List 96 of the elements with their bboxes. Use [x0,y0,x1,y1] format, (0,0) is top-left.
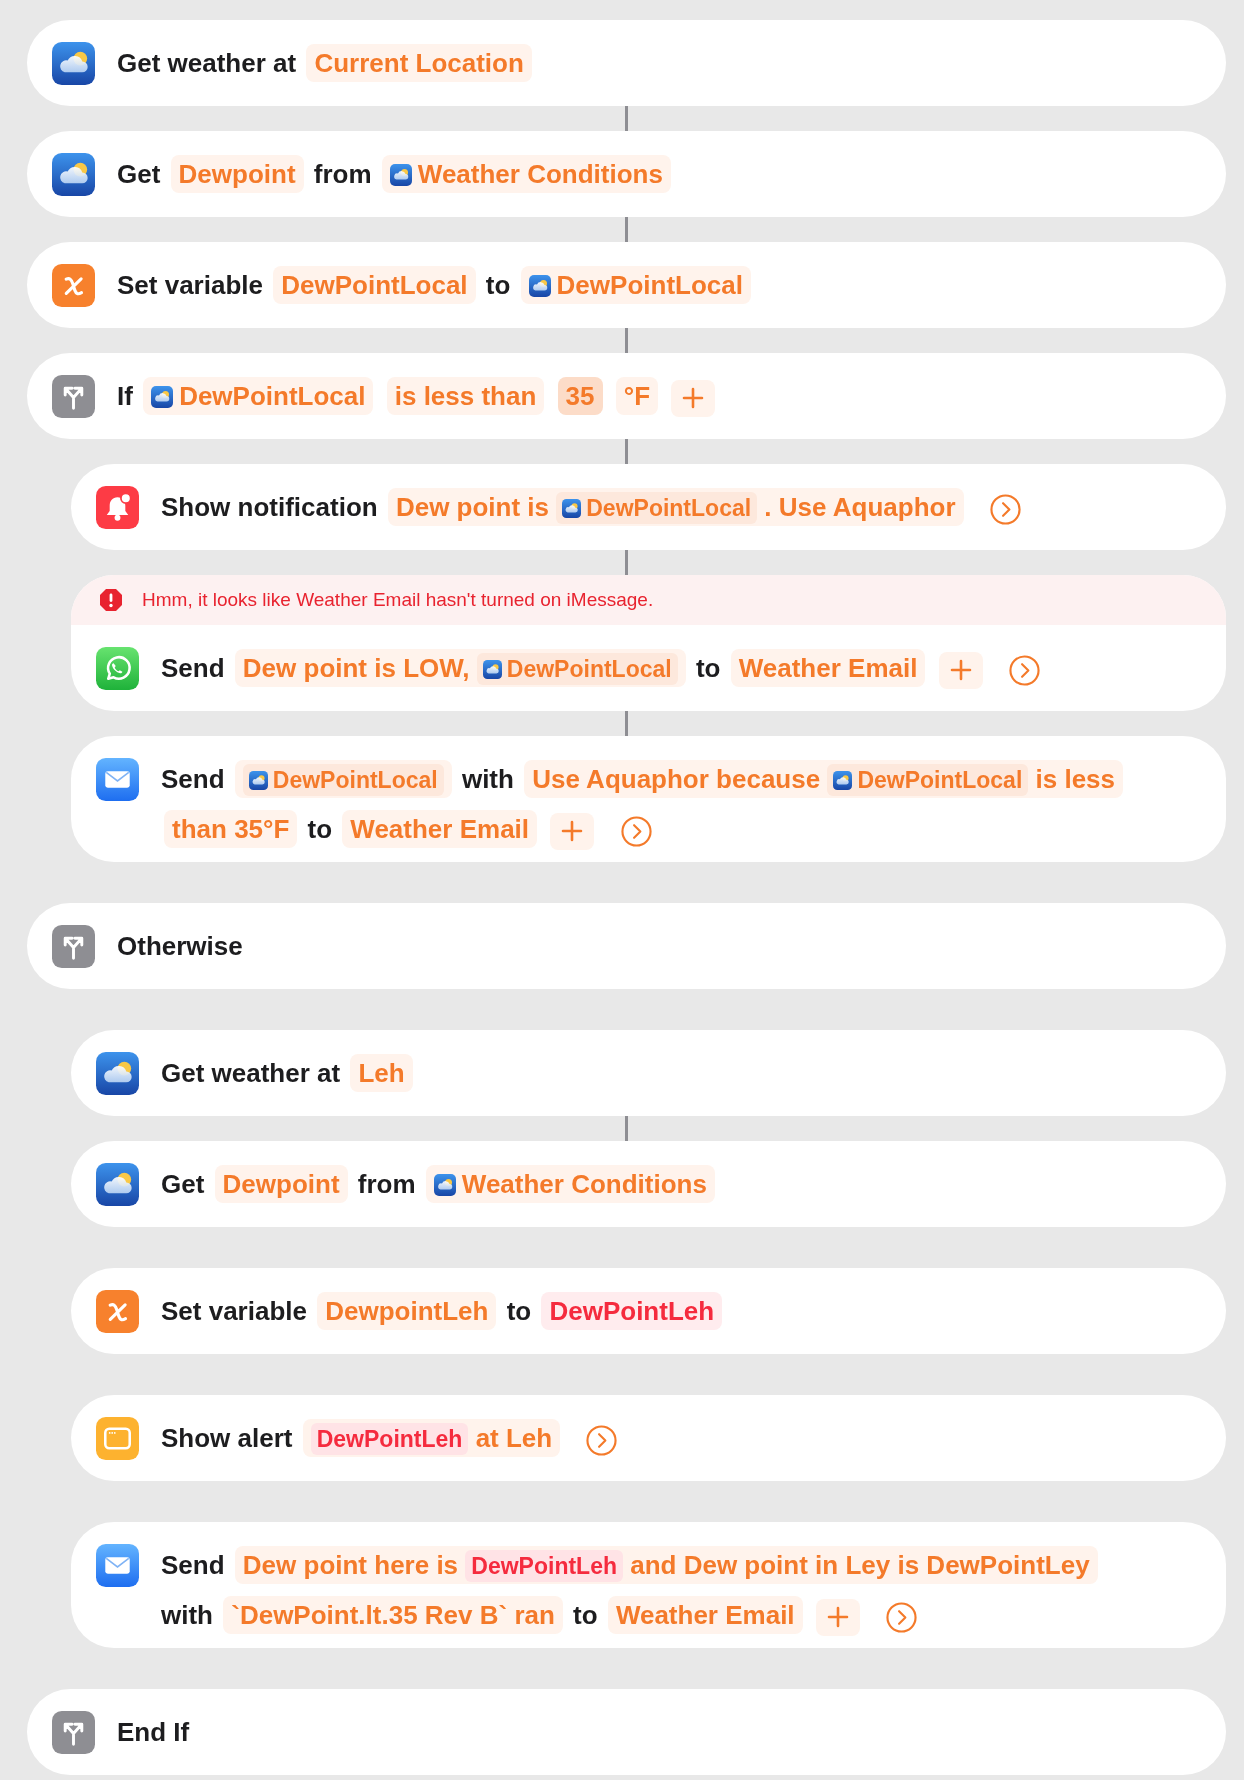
parameter-token[interactable]: 35 [557,377,603,415]
cloud-sun-icon [389,164,412,186]
chevron-right-circle-icon [886,1601,918,1633]
cloud-sun-icon [96,1163,139,1206]
action-label: from [357,1169,416,1199]
cloud-sun-icon [528,275,551,297]
variable-token[interactable]: DewPointLocal [520,266,751,304]
action-label: to [485,270,511,300]
parameter-token[interactable]: Weather Email [730,649,926,687]
action-label: Get weather at [117,48,297,78]
window-icon [96,1417,139,1460]
action-label: Send [161,653,225,683]
plus-icon [949,659,972,682]
action-label: Send [161,1550,225,1580]
cloud-sun-icon [833,771,853,790]
action-label: Set variable [117,270,263,300]
chevron-right-circle-icon [1008,654,1040,686]
branch-icon [52,1711,95,1754]
parameter-token[interactable]: Use Aquaphor because DewPointLocal is less [524,760,1124,798]
action-label: to [573,1600,598,1630]
action-label: Get weather at [161,1058,341,1088]
parameter-token[interactable]: Dew point is LOW, DewPointLocal [234,649,686,687]
action-label: Set variable [161,1296,307,1326]
action-label: with [461,764,514,794]
parameter-token[interactable]: DewpointLeh [317,1292,497,1330]
cloud-sun-icon [96,1052,139,1095]
variable-token[interactable]: DewPointLeh [310,1423,469,1455]
action-label: Get [161,1169,205,1199]
variable-token[interactable]: DewPointLocal [556,492,758,524]
cloud-sun-icon [52,153,95,196]
action-label: End If [117,1717,190,1747]
chevron-right-circle-icon [989,493,1021,525]
expand-button[interactable] [586,1424,618,1456]
parameter-token[interactable]: DewPointLocal [234,760,452,798]
action-label: with [161,1600,213,1630]
plus-icon [826,1606,849,1629]
parameter-token[interactable]: than 35°F [164,810,298,848]
action-label: Show notification [161,492,378,522]
plus-icon [682,387,705,410]
variable-token[interactable]: DewPointLocal [242,764,444,796]
plus-icon [561,820,584,843]
cloud-sun-icon [151,386,174,408]
parameter-token[interactable]: Dewpoint [214,1165,348,1203]
cloud-sun-icon [433,1174,456,1196]
parameter-token[interactable]: Leh [350,1054,413,1092]
cloud-sun-icon [482,660,502,679]
action-label: Send [161,764,225,794]
parameter-token[interactable]: Dewpoint [170,155,304,193]
add-button[interactable] [671,379,716,417]
parameter-token[interactable]: is less than [386,377,545,415]
variable-x-icon [52,264,95,307]
parameter-token[interactable]: Weather Email [342,810,538,848]
action-label: Otherwise [117,931,243,961]
action-label: from [313,159,372,189]
chat-phone-icon [96,647,139,690]
variable-token[interactable]: Weather Conditions [381,155,671,193]
expand-button[interactable] [989,493,1021,525]
variable-token[interactable]: DewPointLocal [827,764,1029,796]
branch-icon [52,925,95,968]
action-label: Show alert [161,1423,293,1453]
variable-token[interactable]: DewPointLocal [476,653,678,685]
parameter-token[interactable]: `DewPoint.lt.35 Rev B` ran [223,1596,563,1634]
chevron-right-circle-icon [586,1424,618,1456]
cloud-sun-icon [562,499,582,518]
expand-button[interactable] [1008,654,1040,686]
variable-token[interactable]: DewPointLeh [541,1292,723,1330]
warning-text: Hmm, it looks like Weather Email hasn't turned on iMessage. [142,589,654,611]
add-button[interactable] [815,1598,860,1636]
chevron-right-circle-icon [620,815,652,847]
parameter-token[interactable]: DewPointLeh at Leh [302,1419,561,1457]
variable-token[interactable]: DewPointLeh [465,1550,623,1582]
parameter-token[interactable]: Weather Email [607,1596,803,1634]
add-button[interactable] [938,651,983,689]
cloud-sun-icon [248,771,268,790]
parameter-token[interactable]: Dew point is DewPointLocal . Use Aquaphor [387,488,964,526]
parameter-token[interactable]: Current Location [306,44,532,82]
bell-icon [96,486,139,529]
expand-button[interactable] [886,1601,918,1633]
add-button[interactable] [550,812,595,850]
parameter-token[interactable]: °F [615,377,658,415]
variable-token[interactable]: DewPointLocal [143,377,374,415]
action-label: to [506,1296,532,1326]
envelope-icon [96,1544,139,1587]
branch-icon [52,375,95,418]
action-label: to [695,653,721,683]
parameter-token[interactable]: Dew point here is DewPointLeh and Dew point in Ley is DewPointLey [234,1546,1098,1584]
cloud-sun-icon [52,42,95,85]
warning-icon [99,588,123,612]
variable-token[interactable]: Weather Conditions [425,1165,715,1203]
expand-button[interactable] [620,815,652,847]
envelope-icon [96,758,139,801]
variable-x-icon [96,1290,139,1333]
action-label: Get [117,159,161,189]
parameter-token[interactable]: DewPointLocal [273,266,476,304]
action-label: If [117,381,133,411]
action-label: to [307,814,333,844]
